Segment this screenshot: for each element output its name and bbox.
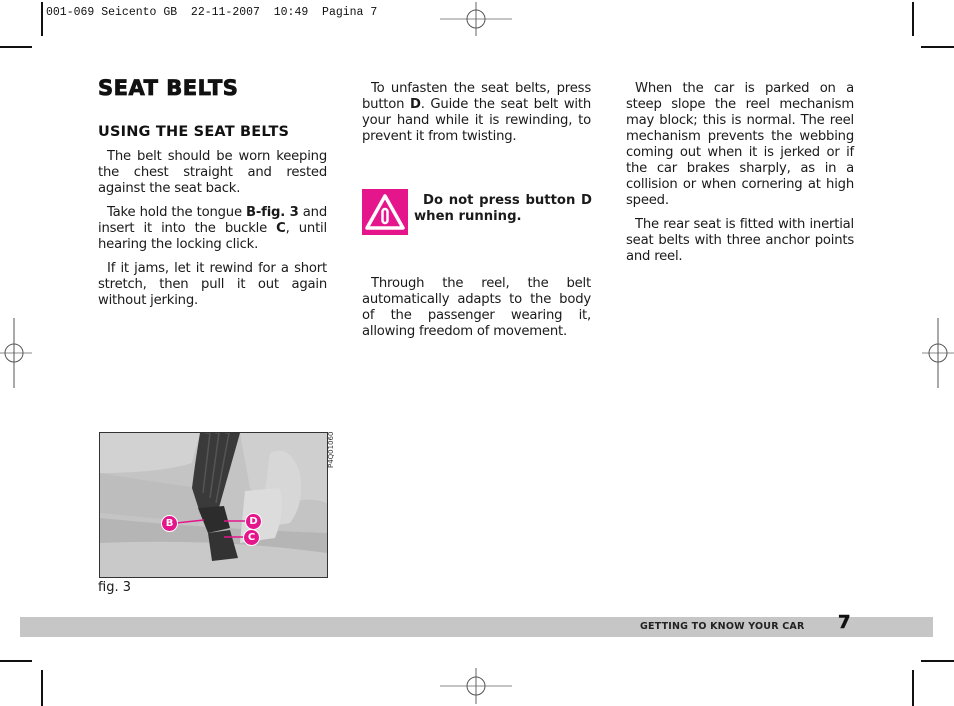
paragraph: The belt should be worn keeping the ches… bbox=[98, 149, 327, 196]
text: Take hold the tongue bbox=[107, 205, 247, 220]
section-heading: USING THE SEAT BELTS bbox=[98, 124, 290, 140]
callout-d: D bbox=[245, 513, 262, 530]
crop-mark bbox=[0, 660, 32, 662]
paragraph: Take hold the tongue B-fig. 3 and insert… bbox=[98, 205, 327, 253]
part-label: C bbox=[276, 221, 286, 236]
registration-mark-top bbox=[440, 2, 512, 36]
paragraph: When the car is parked on a steep slope … bbox=[626, 81, 854, 208]
callout-c: C bbox=[243, 529, 260, 546]
page-title: SEAT BELTS bbox=[98, 76, 239, 101]
column-1: The belt should be worn keeping the ches… bbox=[98, 149, 327, 317]
figure-reference: B-fig. 3 bbox=[246, 205, 299, 220]
warning-message: Do not press button D when running. bbox=[414, 193, 592, 224]
figure-seat-belt-photo: B D C bbox=[99, 432, 328, 578]
figure-caption: fig. 3 bbox=[98, 580, 131, 595]
registration-mark-bottom bbox=[440, 668, 512, 704]
crop-mark bbox=[921, 660, 954, 662]
paragraph: Through the reel, the belt automatically… bbox=[362, 276, 591, 339]
paragraph: If it jams, let it rewind for a short st… bbox=[98, 261, 327, 308]
print-slug: 001-069 Seicento GB 22-11-2007 10:49 Pag… bbox=[46, 6, 378, 19]
warning-text: Do not press button D when running. bbox=[414, 193, 592, 225]
column-3: When the car is parked on a steep slope … bbox=[626, 81, 854, 273]
figure-code: P4Q01060 bbox=[327, 431, 335, 468]
crop-mark bbox=[912, 670, 914, 706]
callout-b: B bbox=[161, 515, 178, 532]
paragraph: To unfasten the seat belts, press button… bbox=[362, 81, 591, 145]
part-label: D bbox=[409, 97, 421, 112]
crop-mark bbox=[912, 2, 914, 36]
crop-mark bbox=[41, 670, 43, 706]
page-number: 7 bbox=[838, 612, 851, 634]
paragraph: The rear seat is fitted with inertial se… bbox=[626, 217, 854, 264]
footer-section-title: GETTING TO KNOW YOUR CAR bbox=[640, 621, 805, 632]
column-2-lower: Through the reel, the belt automatically… bbox=[362, 276, 591, 348]
warning-icon bbox=[362, 189, 408, 235]
crop-mark bbox=[921, 46, 954, 48]
registration-mark-left bbox=[0, 318, 32, 388]
column-2: To unfasten the seat belts, press button… bbox=[362, 81, 591, 153]
crop-mark bbox=[0, 46, 32, 48]
crop-mark bbox=[41, 2, 43, 36]
registration-mark-right bbox=[922, 318, 954, 388]
